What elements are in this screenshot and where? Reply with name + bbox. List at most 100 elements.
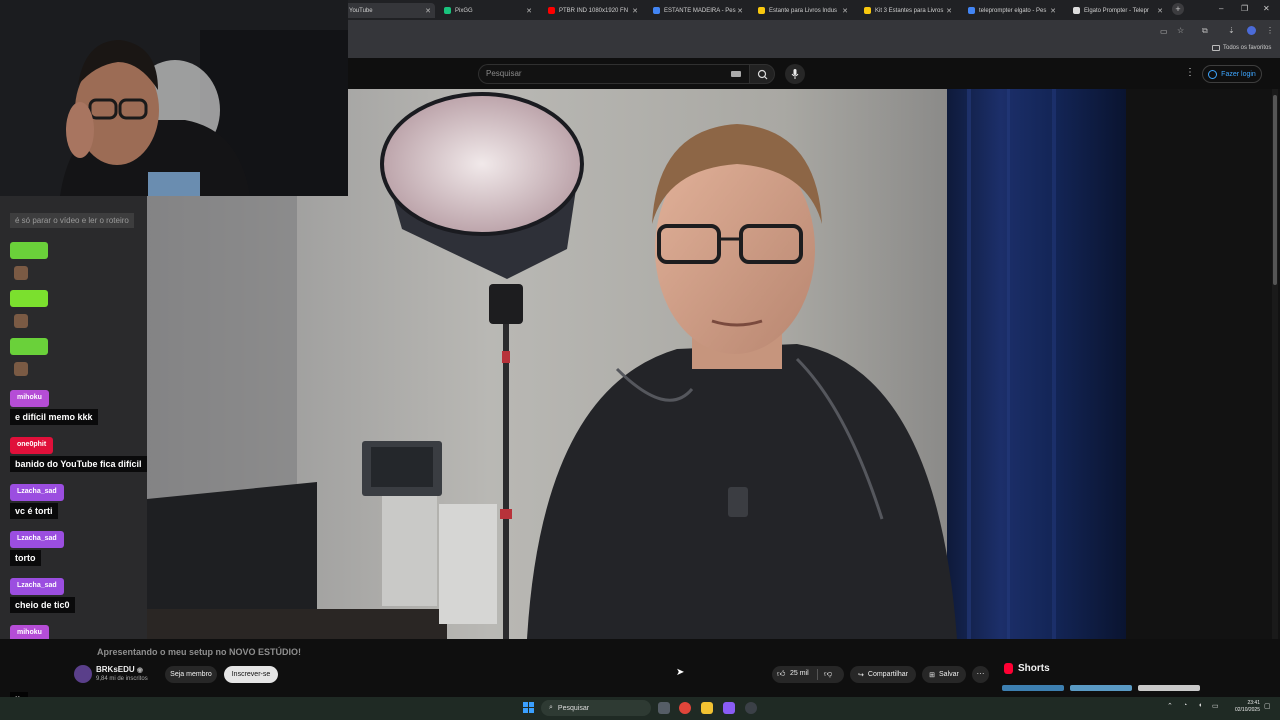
chat-username-badge — [10, 290, 48, 307]
screen: YouTube ✕ PixGG ✕ PTBR IND 1080x1920 FN ✕ ESTA… — [0, 0, 1280, 720]
tab-close-icon[interactable]: ✕ — [946, 7, 952, 15]
shorts-icon — [1004, 663, 1013, 674]
dislike-icon[interactable]: 👎︎ — [824, 669, 832, 679]
save-button[interactable]: ⊞ Salvar — [922, 666, 966, 683]
maximize-icon[interactable]: ❐ — [1241, 4, 1248, 13]
shorts-thumbnail[interactable] — [1002, 685, 1064, 691]
minimize-icon[interactable]: – — [1219, 4, 1223, 13]
channel-avatar[interactable] — [74, 665, 92, 683]
streamer-webcam — [0, 0, 348, 196]
chat-message-text: cheio de tic0 — [10, 597, 75, 613]
chrome-icon[interactable] — [679, 702, 691, 714]
chat-username-badge: Lzacha_sad — [10, 578, 64, 595]
tab-close-icon[interactable]: ✕ — [1157, 7, 1163, 15]
browser-tab[interactable]: Kit 3 Estantes para Livros ✕ — [856, 3, 956, 18]
keyboard-icon[interactable] — [731, 71, 741, 77]
cast-icon[interactable]: ▭ — [1160, 27, 1168, 36]
chat-message-text: e difícil memo kkk — [10, 409, 98, 425]
close-window-icon[interactable]: ✕ — [1263, 4, 1270, 13]
windows-start-icon[interactable] — [523, 702, 535, 714]
search-button[interactable] — [749, 64, 775, 84]
webcam-image — [0, 0, 348, 196]
chat-username-badge — [10, 242, 48, 259]
settings-menu-icon[interactable]: ⋮ — [1185, 67, 1195, 78]
player-side-background — [1126, 89, 1280, 639]
voice-search-button[interactable] — [785, 64, 805, 84]
like-icon[interactable]: 👍︎ — [777, 669, 785, 679]
chat-message: Lzacha_sadcheio de tic0 — [10, 574, 75, 613]
discord-icon[interactable] — [723, 702, 735, 714]
tab-title: PixGG — [455, 7, 473, 14]
browser-tab[interactable]: ESTANTE MADEIRA - Pes ✕ — [645, 3, 747, 18]
scrollbar-thumb[interactable] — [1273, 95, 1277, 285]
task-view-icon[interactable] — [658, 702, 670, 714]
obs-icon[interactable] — [745, 702, 757, 714]
taskbar-clock[interactable]: 23:41 02/10/2025 — [1226, 700, 1260, 714]
new-tab-button[interactable]: + — [1172, 3, 1184, 15]
bookmarks-folder-label: Todos os favoritos — [1223, 45, 1272, 51]
share-button[interactable]: ↪ Compartilhar — [850, 666, 916, 683]
browser-tab[interactable]: PTBR IND 1080x1920 FN ✕ — [540, 3, 642, 18]
search-icon — [757, 69, 768, 80]
shorts-heading[interactable]: Shorts — [1018, 663, 1050, 674]
share-icon: ↪ — [858, 671, 864, 679]
tab-favicon-icon — [548, 7, 555, 14]
tab-close-icon[interactable]: ✕ — [1050, 7, 1056, 15]
shorts-thumbnail[interactable] — [1070, 685, 1132, 691]
tab-title: Elgato Prompter - Telepr — [1084, 7, 1149, 14]
join-member-button[interactable]: Seja membro — [165, 666, 217, 683]
tab-title: Estante para Livros Indus — [769, 7, 838, 14]
browser-tab[interactable]: Estante para Livros Indus ✕ — [750, 3, 852, 18]
user-icon — [1208, 69, 1218, 79]
browser-tab[interactable]: teleprompter elgato - Pes ✕ — [960, 3, 1060, 18]
file-explorer-icon[interactable] — [701, 702, 713, 714]
notification-icon[interactable]: ▢ — [1264, 702, 1271, 710]
network-icon[interactable]: ◔ — [1183, 702, 1187, 709]
tray-chevron-icon[interactable]: ⌃ — [1167, 702, 1173, 710]
chat-faded-message: é só parar o vídeo e ler o roteiro — [10, 213, 134, 228]
bookmark-star-icon[interactable]: ☆ — [1177, 26, 1184, 35]
chat-emote-icon — [14, 266, 28, 280]
like-count[interactable]: 25 mil — [790, 670, 809, 677]
chat-emote-icon — [14, 362, 28, 376]
microphone-icon — [791, 69, 799, 79]
chat-username-badge — [10, 338, 48, 355]
tab-close-icon[interactable]: ✕ — [737, 7, 743, 15]
share-label: Compartilhar — [867, 671, 908, 678]
channel-name[interactable]: BRKsEDU ◉ — [96, 665, 143, 674]
tab-close-icon[interactable]: ✕ — [425, 7, 431, 15]
volume-icon[interactable]: ◖ — [1198, 702, 1202, 709]
login-button[interactable]: Fazer login — [1202, 65, 1262, 83]
taskbar-search[interactable]: ⌕ Pesquisar — [541, 700, 651, 716]
chat-username-badge: Lzacha_sad — [10, 531, 64, 548]
tab-title: PTBR IND 1080x1920 FN — [559, 7, 629, 14]
shorts-thumbnail[interactable] — [1138, 685, 1200, 691]
tab-favicon-icon — [444, 7, 451, 14]
clock-date: 02/10/2025 — [1234, 707, 1260, 713]
search-placeholder: Pesquisar — [486, 69, 522, 78]
subscriber-count: 9,84 mi de inscritos — [96, 676, 148, 682]
login-label: Fazer login — [1221, 70, 1256, 78]
battery-icon[interactable]: ▭ — [1212, 702, 1219, 710]
browser-tab[interactable]: PixGG ✕ — [436, 3, 536, 18]
verified-icon: ◉ — [136, 667, 144, 674]
more-actions-button[interactable]: ··· — [972, 666, 989, 683]
channel-name-text: BRKsEDU — [96, 665, 135, 674]
browser-menu-icon[interactable]: ⋮ — [1266, 26, 1274, 35]
chat-message: one0phit banido do YouTube fica difícil — [10, 433, 147, 472]
tab-close-icon[interactable]: ✕ — [526, 7, 532, 15]
extensions-icon[interactable]: ⧉ — [1202, 26, 1208, 36]
browser-tab[interactable]: Elgato Prompter - Telepr ✕ — [1065, 3, 1167, 18]
downloads-icon[interactable]: ⇣ — [1228, 26, 1235, 35]
tab-close-icon[interactable]: ✕ — [842, 7, 848, 15]
chat-message — [10, 242, 48, 280]
all-bookmarks-folder[interactable]: Todos os favoritos — [1212, 45, 1271, 51]
subscribe-button[interactable]: Inscrever-se — [224, 666, 278, 683]
chat-username-badge: mihoku — [10, 390, 49, 407]
tab-close-icon[interactable]: ✕ — [632, 7, 638, 15]
chat-message — [10, 338, 48, 376]
chat-message-text: torto — [10, 550, 41, 566]
tab-favicon-icon — [864, 7, 871, 14]
tab-favicon-icon — [968, 7, 975, 14]
profile-avatar[interactable] — [1247, 26, 1256, 35]
